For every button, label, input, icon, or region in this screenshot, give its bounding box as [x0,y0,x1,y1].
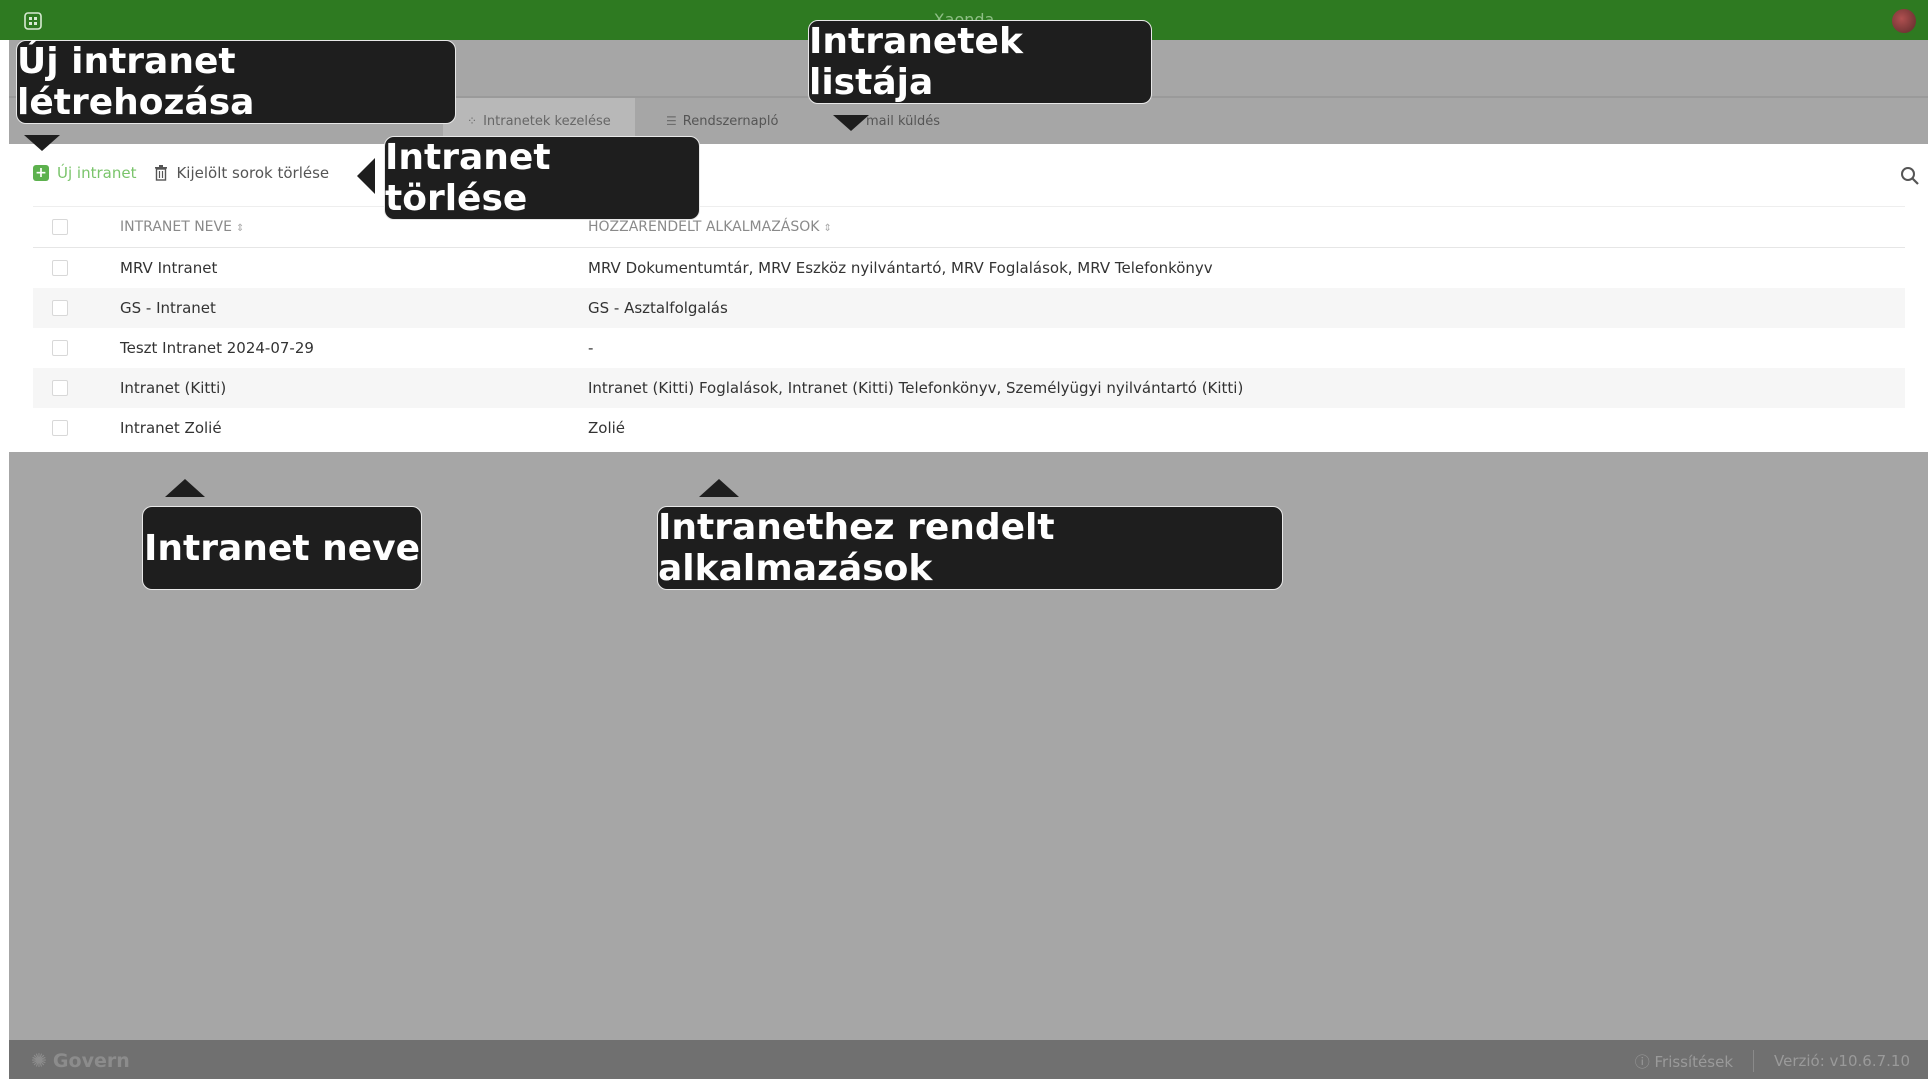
tooltip-intranet-list: Intranetek listája [808,20,1152,104]
main-panel: + Új intranet Kijelölt sorok törlése INT… [9,144,1928,452]
column-header-name[interactable]: INTRANET NEVE ⇕ [120,219,588,235]
user-avatar[interactable] [1892,9,1916,33]
tab-label: mail küldés [866,113,940,129]
row-checkbox[interactable] [52,300,68,316]
tab-email-kuldes[interactable]: mail küldés [866,98,940,144]
table-row[interactable]: Teszt Intranet 2024-07-29 - [33,328,1905,368]
table-row[interactable]: Intranet Zolié Zolié [33,408,1905,448]
table-row[interactable]: MRV Intranet MRV Dokumentumtár, MRV Eszk… [33,248,1905,288]
select-all-checkbox[interactable] [52,219,68,235]
assigned-apps-cell: MRV Dokumentumtár, MRV Eszköz nyilvántar… [588,259,1213,277]
grid-icon: ⁘ [467,114,478,128]
version-text: Verzió: v10.6.7.10 [1774,1052,1910,1070]
row-checkbox[interactable] [52,260,68,276]
assigned-apps-cell: GS - Asztalfolgalás [588,299,728,317]
govern-logo-icon: ✺ [31,1050,47,1072]
footer: ✺ Govern ⓘ Frissítések Verzió: v10.6.7.1… [9,1040,1928,1079]
table-row[interactable]: GS - Intranet GS - Asztalfolgalás [33,288,1905,328]
intranet-name-cell: MRV Intranet [120,259,218,277]
tab-label: Intranetek kezelése [483,113,611,129]
sort-icon: ⇕ [235,223,245,234]
sort-icon: ⇕ [823,223,832,234]
intranet-name-cell: Intranet (Kitti) [120,379,227,397]
assigned-apps-cell: Zolié [588,419,626,437]
new-intranet-label: Új intranet [57,164,137,182]
govern-logo: ✺ Govern [31,1050,130,1072]
new-intranet-button[interactable]: + Új intranet [33,164,136,182]
tooltip-arrow [24,135,60,151]
tooltip-delete-intranet: Intranet törlése [384,136,700,220]
table-row[interactable]: Intranet (Kitti) Intranet (Kitti) Foglal… [33,368,1905,408]
tooltip-new-intranet: Új intranet létrehozása [16,40,456,124]
delete-selected-label: Kijelölt sorok törlése [176,164,330,182]
tooltip-intranet-name: Intranet neve [142,506,422,590]
plus-icon: + [33,165,49,181]
tab-label: Rendszernapló [682,113,779,129]
assigned-apps-cell: - [588,339,594,357]
intranet-name-cell: GS - Intranet [120,299,216,317]
assigned-apps-cell: Intranet (Kitti) Foglalások, Intranet (K… [588,379,1244,397]
list-icon: ☰ [666,114,677,128]
column-header-apps[interactable]: HOZZÁRENDELT ALKALMAZÁSOK ⇕ [588,219,1905,235]
footer-separator [1753,1050,1755,1072]
footer-right: ⓘ Frissítések Verzió: v10.6.7.10 [1635,1050,1910,1072]
toolbar: + Új intranet Kijelölt sorok törlése [33,164,329,182]
intranet-name-cell: Intranet Zolié [120,419,222,437]
tooltip-arrow [833,115,869,131]
intranet-table: INTRANET NEVE ⇕ HOZZÁRENDELT ALKALMAZÁSOK… [33,206,1905,448]
updates-link[interactable]: ⓘ Frissítések [1635,1051,1733,1072]
row-checkbox[interactable] [52,340,68,356]
row-checkbox[interactable] [52,380,68,396]
left-edge [0,40,9,1079]
table-header: INTRANET NEVE ⇕ HOZZÁRENDELT ALKALMAZÁSOK… [33,207,1905,248]
tooltip-arrow [357,158,375,194]
row-checkbox[interactable] [52,420,68,436]
info-icon: ⓘ [1634,1052,1650,1071]
delete-selected-button[interactable]: Kijelölt sorok törlése [154,164,329,182]
trash-icon [155,165,168,181]
tooltip-arrow [165,479,205,497]
tooltip-assigned-apps: Intranethez rendelt alkalmazások [657,506,1283,590]
tooltip-arrow [699,479,739,497]
intranet-name-cell: Teszt Intranet 2024-07-29 [120,339,314,357]
search-icon[interactable] [1900,166,1920,186]
